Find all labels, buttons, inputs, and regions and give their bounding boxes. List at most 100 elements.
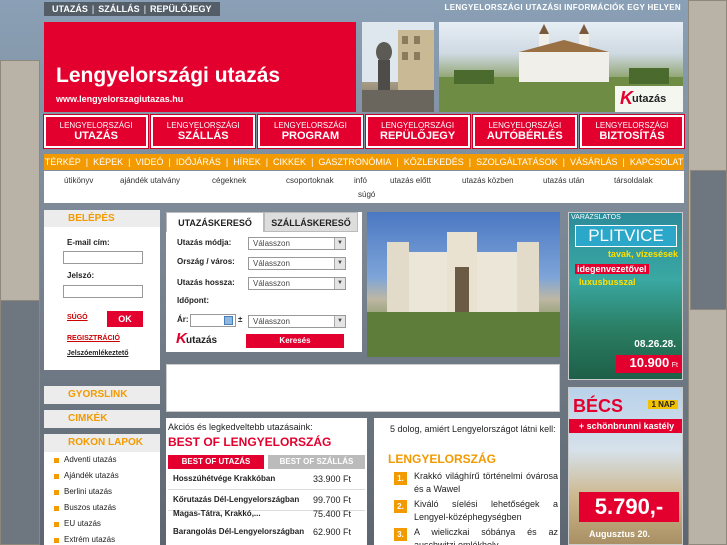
main-nav-biztositas[interactable]: LENGYELORSZÁGI BIZTOSÍTÁS	[578, 114, 686, 149]
main-nav: LENGYELORSZÁGI UTAZÁS LENGYELORSZÁGI SZÁLL…	[42, 114, 686, 149]
header-logo[interactable]: K utazás	[615, 86, 683, 112]
offer-price: 33.900 Ft	[312, 474, 351, 484]
nav-hirek[interactable]: HÍREK	[228, 157, 266, 167]
nav-cikkek[interactable]: CIKKEK	[268, 157, 311, 167]
password-field[interactable]	[63, 285, 143, 298]
ad-line-2: idegenvezetővel	[575, 264, 649, 274]
subnav-sugo[interactable]: súgó	[358, 190, 375, 199]
tab-best-of-travel[interactable]: BEST OF UTAZÁS	[168, 455, 264, 469]
bullet-icon	[54, 522, 59, 527]
castle-illustration	[367, 232, 560, 357]
select-value: Válasszon	[253, 317, 290, 326]
nav-vasarlas[interactable]: VÁSÁRLÁS	[565, 157, 623, 167]
price-label: Ár:	[177, 315, 189, 324]
search-button[interactable]: Keresés	[246, 334, 344, 348]
header-banner[interactable]: Lengyelországi utazás www.lengyelorszagi…	[44, 22, 356, 112]
best-of-section: Akciós és legkedveltebb utazásaink: BEST…	[166, 418, 367, 545]
tab-travel-search[interactable]: UTAZÁSKERESŐ	[166, 212, 264, 232]
related-link[interactable]: Adventi utazás	[64, 455, 116, 464]
price-input[interactable]	[190, 314, 236, 327]
main-nav-program[interactable]: LENGYELORSZÁGI PROGRAM	[257, 114, 364, 149]
related-link[interactable]: EU utazás	[64, 519, 101, 528]
subnav-info[interactable]: infó	[354, 176, 367, 185]
main-nav-repulojegy[interactable]: LENGYELORSZÁGI REPÜLŐJEGY	[364, 114, 471, 149]
nav-kepek[interactable]: KÉPEK	[88, 157, 128, 167]
duration-select[interactable]: Válasszon ▼	[248, 277, 346, 290]
header-photo-church: K utazás	[439, 22, 683, 112]
related-link[interactable]: Berlini utazás	[64, 487, 112, 496]
subnav-ajandek-utalvany[interactable]: ajándék utalvány	[120, 176, 180, 185]
site-title[interactable]: Lengyelországi utazás	[56, 64, 280, 88]
main-nav-label: PROGRAM	[281, 130, 340, 142]
reason-text: Kiváló síelési lehetőségek a Lengyel-köz…	[414, 499, 558, 522]
email-label: E-mail cím:	[67, 238, 110, 247]
main-nav-autoberles[interactable]: LENGYELORSZÁGI AUTÓBÉRLÉS	[471, 114, 578, 149]
top-nav-utazas[interactable]: UTAZÁS	[48, 4, 92, 14]
main-nav-prefix: LENGYELORSZÁGI	[488, 121, 562, 130]
price-range-select[interactable]: Válasszon ▼	[248, 315, 346, 328]
quicklink-box[interactable]: GYORSLINK	[44, 386, 160, 404]
nav-idojaras[interactable]: IDŐJÁRÁS	[171, 157, 226, 167]
subnav-tarsoldalak[interactable]: társoldalak	[614, 176, 653, 185]
reasons-section: 5 dolog, amiért Lengyelországot látni ke…	[374, 418, 560, 545]
forgot-password-link[interactable]: Jelszóemlékeztető	[67, 350, 128, 357]
tags-box[interactable]: CIMKÉK	[44, 410, 160, 428]
subnav-utazas-kozben[interactable]: utazás közben	[462, 176, 514, 185]
offer-row[interactable]: Hosszúhétvége Krakkóban 33.900 Ft	[168, 469, 365, 490]
ad-banner-placeholder[interactable]	[166, 364, 560, 412]
main-nav-szallas[interactable]: LENGYELORSZÁGI SZÁLLÁS	[150, 114, 257, 149]
offer-name[interactable]: Magas-Tátra, Krakkó,...	[173, 509, 261, 518]
main-nav-prefix: LENGYELORSZÁGI	[381, 121, 455, 130]
email-field[interactable]	[63, 251, 143, 264]
subnav-cegeknek[interactable]: cégeknek	[212, 176, 246, 185]
nav-gasztronomia[interactable]: GASZTRONÓMIA	[313, 157, 396, 167]
related-pages-list: Adventi utazás Ajándék utazás Berlini ut…	[44, 452, 160, 545]
related-link[interactable]: Ajándék utazás	[64, 471, 119, 480]
offer-row[interactable]: Barangolás Dél-Lengyelországban 62.900 Ft	[168, 522, 365, 543]
nav-kapcsolat[interactable]: KAPCSOLAT	[625, 157, 688, 167]
ad-kicker: VARÁZSLATOS	[571, 214, 621, 221]
bullet-icon	[54, 506, 59, 511]
reason-number-badge: 1.	[394, 472, 407, 485]
login-help-link[interactable]: SÚGÓ	[67, 314, 88, 321]
reasons-title: LENGYELORSZÁG	[388, 452, 497, 466]
offer-name[interactable]: Hosszúhétvége Krakkóban	[173, 474, 275, 483]
tagline: LENGYELORSZÁGI UTAZÁSI INFORMÁCIÓK EGY H…	[444, 3, 681, 12]
subnav-utikonyv[interactable]: útikönyv	[64, 176, 93, 185]
nav-kozlekedes[interactable]: KÖZLEKEDÉS	[399, 157, 469, 167]
offer-row[interactable]: Magas-Tátra, Krakkó,... 75.400 Ft	[168, 503, 365, 524]
offer-name[interactable]: Barangolás Dél-Lengyelországban	[173, 527, 304, 536]
ad-dates: 08.26.28.	[634, 339, 676, 350]
dropdown-arrow-icon: ▼	[334, 316, 345, 327]
country-select[interactable]: Válasszon ▼	[248, 257, 346, 270]
main-nav-label: REPÜLŐJEGY	[380, 130, 456, 142]
register-link[interactable]: REGISZTRÁCIÓ	[67, 335, 120, 342]
related-link[interactable]: Buszos utazás	[64, 503, 116, 512]
travel-mode-select[interactable]: Válasszon ▼	[248, 237, 346, 250]
calendar-icon[interactable]	[224, 316, 233, 325]
subnav-utazas-elott[interactable]: utazás előtt	[390, 176, 431, 185]
select-value: Válasszon	[253, 279, 290, 288]
related-link[interactable]: Extrém utazás	[64, 535, 115, 544]
login-ok-button[interactable]: OK	[107, 311, 143, 327]
subnav-csoportoknak[interactable]: csoportoknak	[286, 176, 334, 185]
top-nav: UTAZÁS | SZÁLLÁS | REPÜLŐJEGY	[44, 2, 220, 16]
subnav-utazas-utan[interactable]: utazás után	[543, 176, 584, 185]
vienna-ad[interactable]: BÉCS 1 NAP + schönbrunni kastély 5.790,-…	[568, 387, 683, 545]
date-label: Időpont:	[177, 296, 209, 305]
main-nav-label: SZÁLLÁS	[177, 130, 229, 142]
nav-terkep[interactable]: TÉRKÉP	[40, 157, 86, 167]
bullet-icon	[54, 474, 59, 479]
tab-best-of-lodging[interactable]: BEST OF SZÁLLÁS	[268, 455, 365, 469]
plitvice-ad[interactable]: VARÁZSLATOS PLITVICE tavak, vízesések id…	[568, 212, 683, 380]
top-nav-szallas[interactable]: SZÁLLÁS	[94, 4, 144, 14]
reason-number-badge: 3.	[394, 528, 407, 541]
site-url: www.lengyelorszagiutazas.hu	[56, 94, 184, 104]
plusminus-symbol: ±	[238, 315, 243, 324]
nav-video[interactable]: VIDEÓ	[130, 157, 168, 167]
top-nav-repulojegy[interactable]: REPÜLŐJEGY	[146, 4, 216, 14]
main-nav-utazas[interactable]: LENGYELORSZÁGI UTAZÁS	[42, 114, 150, 149]
tab-lodging-search[interactable]: SZÁLLÁSKERESŐ	[264, 212, 358, 232]
castle-photo[interactable]	[367, 212, 560, 357]
nav-szolgaltatasok[interactable]: SZOLGÁLTATÁSOK	[471, 157, 563, 167]
